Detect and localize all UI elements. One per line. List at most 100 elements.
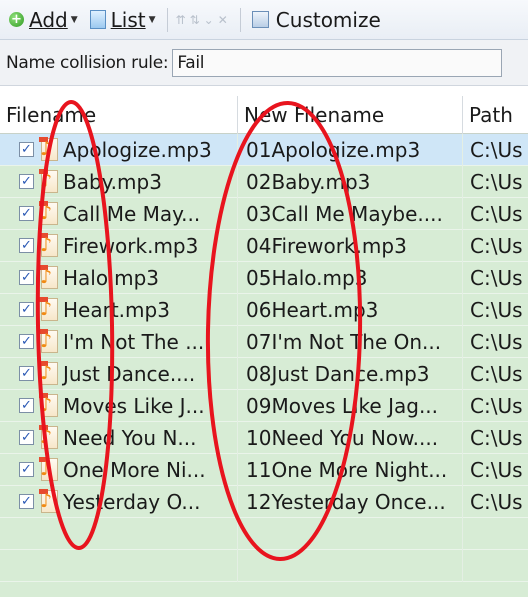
new-filename-cell: 03Call Me Maybe.... xyxy=(238,197,463,230)
checkbox[interactable]: ✓ xyxy=(19,238,34,253)
add-button[interactable]: + Add ▼ xyxy=(6,5,81,35)
mp3-file-icon: ♪ xyxy=(39,136,60,163)
mp3-file-icon: ♪ xyxy=(39,456,60,483)
path-cell: C:\Us xyxy=(470,329,523,354)
column-header-path[interactable]: Path xyxy=(463,96,528,134)
list-button-label: List xyxy=(110,7,146,32)
filename-cell: ✓ ♪ One More Ni... xyxy=(0,453,238,486)
checkbox[interactable]: ✓ xyxy=(19,430,34,445)
table-row[interactable]: ✓ ♪ One More Ni... 11One More Night... C:\Us xyxy=(0,453,528,486)
path-cell: C:\Us xyxy=(470,297,523,322)
empty-row xyxy=(0,550,528,582)
filename-cell: ✓ ♪ Yesterday O... xyxy=(0,485,238,518)
mp3-file-icon: ♪ xyxy=(39,392,60,419)
chevron-down-icon[interactable]: ▼ xyxy=(149,15,156,25)
table-row[interactable]: ✓ ♪ Yesterday O... 12Yesterday Once... C:\Us xyxy=(0,485,528,518)
move-top-icon[interactable]: ⇈ xyxy=(176,13,190,27)
path-cell: C:\Us xyxy=(470,265,523,290)
table-row[interactable]: ✓ ♪ Moves Like J... 09Moves Like Jag... C:\U… xyxy=(0,389,528,422)
new-filename-cell: 10Need You Now.... xyxy=(238,421,463,454)
new-filename-cell: 04Firework.mp3 xyxy=(238,229,463,262)
checkbox[interactable]: ✓ xyxy=(19,174,34,189)
table-row[interactable]: ✓ ♪ I'm Not The ... 07I'm Not The On... C:\U… xyxy=(0,325,528,358)
grid-header: Filename New Filename Path xyxy=(0,96,528,134)
mp3-file-icon: ♪ xyxy=(39,168,60,195)
filename-cell: ✓ ♪ Call Me May... xyxy=(0,197,238,230)
path-cell: C:\Us xyxy=(470,201,523,226)
toolbar: + Add ▼ List ▼ ⇈ ⇅ ⌄ ✕ Customize xyxy=(0,0,528,40)
checkbox[interactable]: ✓ xyxy=(19,302,34,317)
filename-text: Yesterday O... xyxy=(63,489,201,514)
remove-icon[interactable]: ✕ xyxy=(218,13,232,27)
checkbox[interactable]: ✓ xyxy=(19,142,34,157)
path-cell: C:\Us xyxy=(470,489,523,514)
move-down-icon[interactable]: ⌄ xyxy=(204,13,218,27)
filename-text: I'm Not The ... xyxy=(63,329,205,354)
checkbox[interactable]: ✓ xyxy=(19,398,34,413)
list-icon xyxy=(89,10,106,29)
disabled-toolbar-icons: ⇈ ⇅ ⌄ ✕ xyxy=(176,13,232,27)
filename-text: Firework.mp3 xyxy=(63,233,199,258)
mp3-file-icon: ♪ xyxy=(39,360,60,387)
list-button[interactable]: List ▼ xyxy=(81,5,159,35)
checkbox[interactable]: ✓ xyxy=(19,206,34,221)
table-row[interactable]: ✓ ♪ Heart.mp3 06Heart.mp3 C:\Us xyxy=(0,293,528,326)
mp3-file-icon: ♪ xyxy=(39,328,60,355)
toolbar-separator xyxy=(166,7,168,32)
filename-text: Halo.mp3 xyxy=(63,265,159,290)
new-filename-cell: 11One More Night... xyxy=(238,453,463,486)
grid-rows: ✓ ♪ Apologize.mp3 01Apologize.mp3 C:\Us ✓ ♪ Bab… xyxy=(0,133,528,582)
table-row[interactable]: ✓ ♪ Need You N... 10Need You Now.... C:\Us xyxy=(0,421,528,454)
checkbox[interactable]: ✓ xyxy=(19,270,34,285)
mp3-file-icon: ♪ xyxy=(39,232,60,259)
add-button-label: Add xyxy=(29,7,68,32)
filename-cell: ✓ ♪ Apologize.mp3 xyxy=(0,133,238,166)
name-collision-select[interactable]: Fail xyxy=(172,48,503,77)
customize-icon xyxy=(251,11,269,28)
path-cell: C:\Us xyxy=(470,361,523,386)
move-up-down-icon[interactable]: ⇅ xyxy=(190,13,204,27)
name-collision-label: Name collision rule: xyxy=(6,52,169,73)
filename-cell: ✓ ♪ Baby.mp3 xyxy=(0,165,238,198)
mp3-file-icon: ♪ xyxy=(39,488,60,515)
table-row[interactable]: ✓ ♪ Halo.mp3 05Halo.mp3 C:\Us xyxy=(0,261,528,294)
table-row[interactable]: ✓ ♪ Just Dance.... 08Just Dance.mp3 C:\Us xyxy=(0,357,528,390)
table-row[interactable]: ✓ ♪ Baby.mp3 02Baby.mp3 C:\Us xyxy=(0,165,528,198)
column-header-filename[interactable]: Filename xyxy=(0,96,238,134)
filename-text: Apologize.mp3 xyxy=(63,137,212,162)
table-row[interactable]: ✓ ♪ Call Me May... 03Call Me Maybe.... C:\Us xyxy=(0,197,528,230)
path-cell: C:\Us xyxy=(470,393,523,418)
new-filename-cell: 07I'm Not The On... xyxy=(238,325,463,358)
new-filename-cell: 02Baby.mp3 xyxy=(238,165,463,198)
mp3-file-icon: ♪ xyxy=(39,264,60,291)
filename-text: Need You N... xyxy=(63,425,197,450)
filename-text: Heart.mp3 xyxy=(63,297,170,322)
customize-button-label: Customize xyxy=(275,7,381,32)
filename-text: Just Dance.... xyxy=(63,361,196,386)
table-row[interactable]: ✓ ♪ Apologize.mp3 01Apologize.mp3 C:\Us xyxy=(0,133,528,166)
new-filename-cell: 09Moves Like Jag... xyxy=(238,389,463,422)
table-row[interactable]: ✓ ♪ Firework.mp3 04Firework.mp3 C:\Us xyxy=(0,229,528,262)
new-filename-cell: 01Apologize.mp3 xyxy=(238,133,463,166)
mp3-file-icon: ♪ xyxy=(39,200,60,227)
mp3-file-icon: ♪ xyxy=(39,296,60,323)
checkbox[interactable]: ✓ xyxy=(19,334,34,349)
filename-cell: ✓ ♪ Just Dance.... xyxy=(0,357,238,390)
name-collision-bar: Name collision rule: Fail xyxy=(0,40,528,86)
customize-button[interactable]: Customize xyxy=(249,5,384,35)
filename-cell: ✓ ♪ Heart.mp3 xyxy=(0,293,238,326)
checkbox[interactable]: ✓ xyxy=(19,462,34,477)
filename-cell: ✓ ♪ I'm Not The ... xyxy=(0,325,238,358)
filename-text: Baby.mp3 xyxy=(63,169,162,194)
path-cell: C:\Us xyxy=(470,137,523,162)
new-filename-cell: 08Just Dance.mp3 xyxy=(238,357,463,390)
add-icon: + xyxy=(9,12,24,27)
path-cell: C:\Us xyxy=(470,457,523,482)
mp3-file-icon: ♪ xyxy=(39,424,60,451)
column-header-new-filename[interactable]: New Filename xyxy=(238,96,463,134)
filename-cell: ✓ ♪ Firework.mp3 xyxy=(0,229,238,262)
empty-row xyxy=(0,518,528,550)
chevron-down-icon[interactable]: ▼ xyxy=(71,15,78,25)
checkbox[interactable]: ✓ xyxy=(19,366,34,381)
checkbox[interactable]: ✓ xyxy=(19,494,34,509)
